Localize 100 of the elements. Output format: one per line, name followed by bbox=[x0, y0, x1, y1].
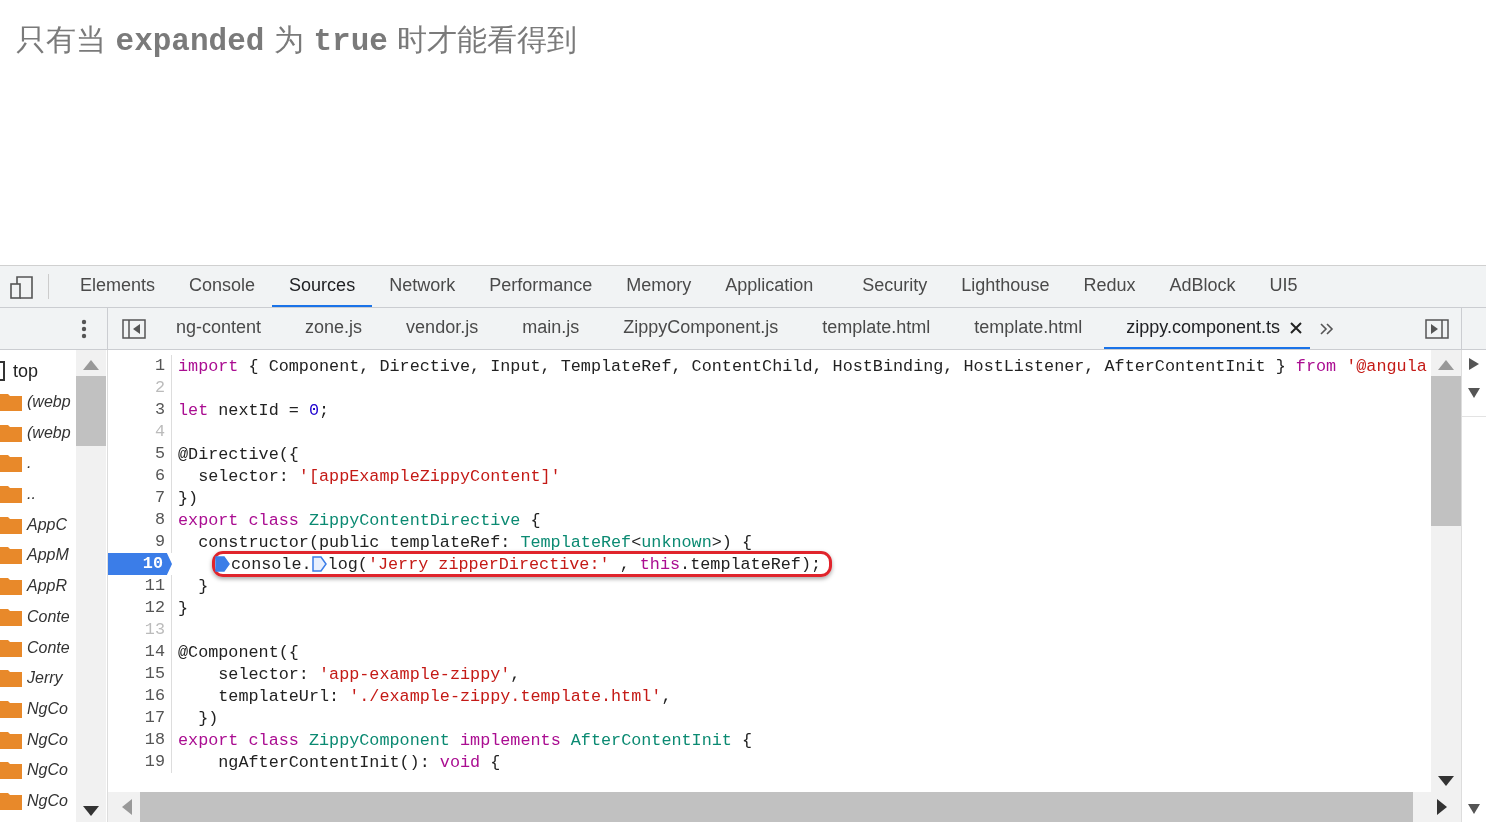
line-number[interactable]: 11 bbox=[108, 575, 172, 597]
line-number[interactable]: 5 bbox=[108, 443, 172, 465]
close-icon[interactable] bbox=[1290, 321, 1303, 334]
more-options-icon[interactable] bbox=[81, 318, 87, 339]
panel-tab[interactable]: Security bbox=[845, 266, 945, 307]
code-line: templateUrl: './example-zippy.template.html', bbox=[217, 686, 672, 706]
file-tab[interactable]: ng-content bbox=[154, 308, 284, 349]
panel-tab[interactable]: AdBlock bbox=[1152, 266, 1253, 307]
file-tab[interactable]: zone.js bbox=[283, 308, 385, 349]
file-tab[interactable]: template.html bbox=[952, 308, 1105, 349]
folder-icon bbox=[0, 761, 22, 780]
code-text: console. bbox=[231, 554, 312, 574]
line-number[interactable]: 12 bbox=[108, 597, 172, 619]
code-line: let nextId = 0; bbox=[178, 400, 330, 420]
heading: 只有当 expanded 为 true 时才能看得到 bbox=[15, 21, 579, 61]
folder-icon bbox=[0, 423, 22, 442]
tree-item[interactable]: NgCo bbox=[27, 791, 68, 810]
tree-item[interactable]: Conte bbox=[27, 638, 70, 657]
expand-marker-icon[interactable] bbox=[0, 361, 5, 382]
file-tab[interactable]: main.js bbox=[500, 308, 602, 349]
line-number[interactable]: 17 bbox=[108, 707, 172, 729]
folder-icon bbox=[0, 515, 22, 534]
tree-item[interactable]: .. bbox=[27, 485, 36, 504]
folder-icon bbox=[0, 485, 22, 504]
panel-tab[interactable]: Elements bbox=[63, 266, 173, 307]
folder-icon bbox=[0, 577, 22, 596]
line-number[interactable]: 19 bbox=[108, 751, 172, 773]
folder-icon bbox=[0, 730, 22, 749]
folder-icon bbox=[0, 638, 22, 657]
folder-icon bbox=[0, 669, 22, 688]
panel-tab[interactable]: Lighthouse bbox=[944, 266, 1067, 307]
line-number[interactable]: 14 bbox=[108, 641, 172, 663]
tree-item[interactable]: NgCo bbox=[27, 730, 68, 749]
more-tabs-icon[interactable] bbox=[1320, 321, 1335, 336]
panel-tab[interactable]: Redux bbox=[1066, 266, 1153, 307]
scrollbar[interactable] bbox=[1431, 350, 1461, 792]
code-line: export class ZippyContentDirective { bbox=[178, 510, 541, 530]
tree-item[interactable]: Jerry bbox=[27, 669, 63, 688]
folder-icon bbox=[0, 454, 22, 473]
tree-item[interactable]: AppC bbox=[27, 515, 68, 534]
panel-tab[interactable]: UI5 bbox=[1252, 266, 1315, 307]
tree-item[interactable]: NgCo bbox=[27, 761, 68, 780]
folder-icon bbox=[0, 699, 22, 718]
caret-down-icon[interactable] bbox=[1468, 804, 1480, 814]
panel-tab[interactable]: Network bbox=[372, 266, 473, 307]
code-line: }) bbox=[178, 488, 199, 508]
line-number[interactable]: 1 bbox=[108, 355, 172, 377]
debugger-toggle-icon[interactable] bbox=[1425, 318, 1449, 339]
play-icon[interactable] bbox=[1469, 358, 1479, 370]
file-tab[interactable]: zippy.component.ts bbox=[1104, 308, 1311, 349]
file-tab[interactable]: template.html bbox=[800, 308, 953, 349]
code-line: constructor(public templateRef: TemplateRef<unknown>) { bbox=[197, 532, 753, 552]
scroll-right-icon[interactable] bbox=[1437, 799, 1447, 815]
code-text: log('Jerry zipperDirective:' , this.templateRef); bbox=[327, 554, 822, 574]
tree-item[interactable]: Conte bbox=[27, 607, 70, 626]
scrollbar[interactable] bbox=[76, 350, 106, 822]
tree-item[interactable]: . bbox=[27, 454, 32, 473]
tree-item[interactable]: AppR bbox=[27, 577, 68, 596]
tree-item[interactable]: top bbox=[13, 360, 39, 382]
scroll-down-icon[interactable] bbox=[1438, 776, 1454, 786]
tree-item[interactable]: NgCo bbox=[27, 699, 68, 718]
line-number[interactable]: 15 bbox=[108, 663, 172, 685]
caret-down-icon[interactable] bbox=[1468, 388, 1480, 398]
line-number[interactable]: 3 bbox=[108, 399, 172, 421]
file-tab[interactable]: vendor.js bbox=[384, 308, 501, 349]
sidebar-toggle-icon[interactable] bbox=[122, 318, 146, 339]
tree-item[interactable]: AppM bbox=[27, 546, 69, 565]
panel-tab[interactable]: Performance bbox=[472, 266, 610, 307]
scrollbar-thumb[interactable] bbox=[1431, 376, 1461, 526]
breakpoint-marker-icon[interactable] bbox=[311, 556, 327, 572]
scroll-down-icon[interactable] bbox=[83, 806, 99, 816]
file-tab[interactable]: ZippyComponent.js bbox=[601, 308, 801, 349]
code-line: }) bbox=[197, 708, 219, 728]
code-line: selector: '[appExampleZippyContent]' bbox=[197, 466, 561, 486]
code-line: import { Component, Directive, Input, TemplateRef, ContentChild, HostBinding, HostListener, AfterContentInit } from '@angula bbox=[178, 356, 1427, 376]
code-line: @Component({ bbox=[178, 642, 299, 662]
code-line: @Directive({ bbox=[178, 444, 299, 464]
folder-icon bbox=[0, 546, 22, 565]
line-number[interactable]: 16 bbox=[108, 685, 172, 707]
line-number[interactable]: 7 bbox=[108, 487, 172, 509]
line-number[interactable]: 10 bbox=[108, 553, 172, 575]
folder-icon bbox=[0, 791, 22, 810]
breakpoint-marker-icon[interactable] bbox=[215, 556, 230, 572]
device-toolbar-icon[interactable] bbox=[10, 274, 34, 299]
code-line: ngAfterContentInit(): void { bbox=[217, 752, 501, 772]
code-line: } bbox=[178, 598, 189, 618]
panel-tab[interactable]: Memory bbox=[609, 266, 709, 307]
folder-icon bbox=[0, 607, 22, 626]
line-number[interactable]: 6 bbox=[108, 465, 172, 487]
line-number[interactable]: 18 bbox=[108, 729, 172, 751]
panel-tab[interactable]: Application bbox=[708, 266, 846, 307]
tree-item[interactable]: (webp bbox=[27, 393, 71, 412]
code-line: selector: 'app-example-zippy', bbox=[217, 664, 521, 684]
tree-item[interactable]: (webp bbox=[27, 423, 71, 442]
panel-tab[interactable]: Console bbox=[172, 266, 273, 307]
folder-icon bbox=[0, 393, 22, 412]
code-line: } bbox=[197, 576, 209, 596]
scrollbar-thumb[interactable] bbox=[76, 376, 106, 446]
code-line: export class ZippyComponent implements AfterContentInit { bbox=[178, 730, 753, 750]
line-number[interactable]: 8 bbox=[108, 509, 172, 531]
